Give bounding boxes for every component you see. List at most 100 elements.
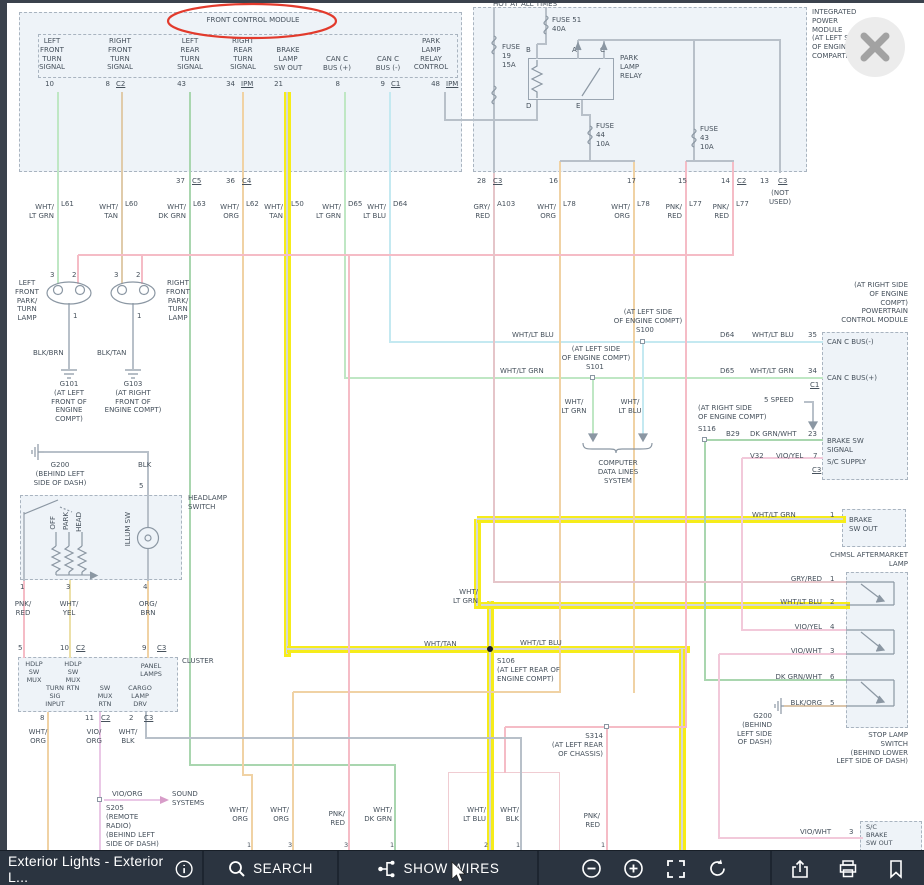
diagram-label: 1 [247,841,252,849]
diagram-label: VIO/YEL [794,623,822,631]
wire-segment [732,161,734,256]
diagram-label: 14 [721,177,730,185]
diagram-label: WHT/ ORG [270,806,289,823]
diagram-label: 48 [431,80,440,88]
print-icon [839,859,857,877]
zoom-in-button[interactable] [613,851,654,885]
export-button[interactable] [779,851,820,885]
show-wires-button[interactable]: SHOW WIRES [337,851,537,885]
diagram-label: 21 [274,80,283,88]
diagram-label: 5 [139,482,144,490]
diagram-label: HDLP SW MUX [25,660,43,685]
diagram-label: C3 [493,177,503,185]
diagram-label: 1 [390,841,395,849]
wire-segment [292,692,294,853]
diagram-label: (NOT USED) [768,189,792,206]
diagram-label: PANEL LAMPS [140,662,162,679]
diagram-label: WHT/ LT GRN [561,398,587,415]
diagram-label: WHT/ ORG [220,203,239,220]
wiring-diagram-canvas[interactable]: FRONT CONTROL MODULE HOT AT ALL TIMES LEFT… [0,0,924,856]
diagram-label: WHT/LT GRN [750,367,794,375]
bookmark-button[interactable] [876,851,917,885]
wire-segment [68,303,70,369]
diagram-label: C3 [812,466,822,474]
diagram-label: S116 [698,425,716,433]
diagram-label: 7 [813,452,818,460]
wire-segment [132,303,134,369]
diagram-label: PNK/ RED [14,600,32,617]
diagram-label: C4 [242,177,252,185]
diagram-label: CAN C BUS (+) [323,55,351,72]
diagram-label: BLK/ORG [790,699,822,707]
diagram-label: RIGHT REAR TURN SIGNAL [230,37,256,72]
headlamp-switch-box [20,495,182,580]
diagram-label: CAN C BUS(+) [827,374,877,382]
zoom-out-icon [582,859,601,878]
search-button[interactable]: SEARCH [202,851,337,885]
diagram-label: PNK/ RED [665,203,682,220]
wire-segment [394,765,396,853]
diagram-label: PNK/ RED [328,810,345,827]
diagram-label: D64 [393,200,408,208]
diagram-label: 3 [288,841,293,849]
diagram-label: CARGO LAMP DRV [128,684,152,709]
diagram-label: 1 [73,312,78,320]
close-button[interactable] [845,17,905,77]
diagram-label: 2 [136,271,141,279]
diagram-label: BRAKE SW OUT [849,516,878,533]
diagram-label: S101 [586,363,604,371]
diagram-label: (AT LEFT SIDE OF ENGINE COMPT) [613,308,683,325]
diagram-label: A103 [497,200,516,208]
wire-segment [389,92,391,343]
wire-segment [779,40,781,173]
wire-segment [719,837,863,839]
diagram-label: LEFT FRONT TURN SIGNAL [39,37,65,72]
wire-segment [559,161,561,693]
wire-segment [545,7,547,45]
diagram-label: WHT/ ORG [229,806,248,823]
wire-segment [57,92,59,284]
zoom-out-button[interactable] [571,851,612,885]
diagram-label: BLK [138,461,152,469]
diagram-label: WHT/ ORG [537,203,556,220]
diagram-label: L78 [563,200,576,208]
diagram-label: HEADLAMP SWITCH [188,494,227,511]
diagram-label: 3 [849,828,854,836]
diagram-label: S/C BRAKE SW OUT [866,823,893,848]
diagram-title-button[interactable]: Exterior Lights - Exterior L... [0,851,202,885]
info-icon[interactable] [174,858,194,880]
search-label: SEARCH [253,861,313,876]
diagram-label: 5 [830,699,835,707]
bottom-toolbar: Exterior Lights - Exterior L... SEARCH S… [0,850,924,885]
diagram-label: HEAD [75,512,83,532]
fit-screen-button[interactable] [655,851,696,885]
print-button[interactable] [828,851,869,885]
wire-segment [536,44,538,59]
diagram-label: C2 [76,644,86,652]
stop-lamp-switch-box [846,572,908,728]
diagram-label: COMPUTER DATA LINES SYSTEM [597,459,639,485]
diagram-label: B29 [726,430,740,438]
diagram-label: PARK [62,512,70,531]
wire-segment [444,92,446,121]
wire-segment [505,726,687,728]
wire-segment [578,39,781,41]
diagram-label: C3 [778,177,788,185]
wire-segment [23,512,25,581]
diagram-label: 16 [549,177,558,185]
diagram-label: 4 [143,583,148,591]
diagram-label: 10 [45,80,54,88]
wire-segment [147,580,149,658]
diagram-label: 35 [808,331,817,339]
fcm-title: FRONT CONTROL MODULE [206,16,300,24]
rotate-reset-button[interactable] [697,851,738,885]
diagram-label: OFF [49,516,57,530]
diagram-label: FUSE 19 15A [502,43,521,69]
diagram-label: TURN SIG INPUT [45,684,65,709]
wire-segment [493,7,495,173]
diagram-label: E [576,102,581,110]
bookmark-icon [890,859,903,879]
diagram-label: BRAKE LAMP SW OUT [273,46,303,72]
wire-segment [504,727,506,773]
diagram-label: WHT/TAN [424,640,457,648]
